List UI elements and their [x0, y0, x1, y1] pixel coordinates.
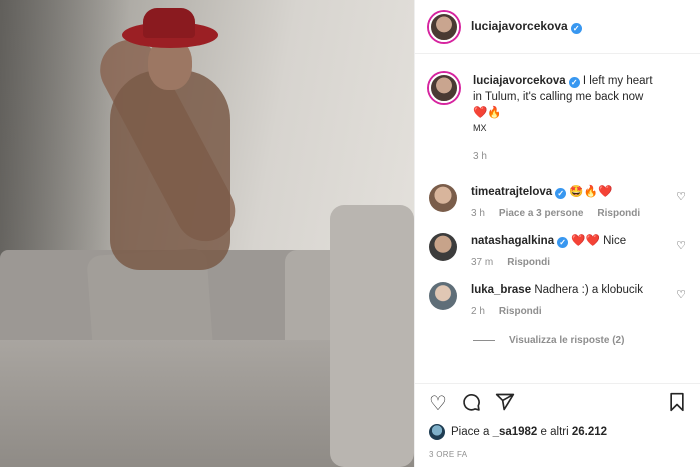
comments-list[interactable]: luciajavorcekova ✓ I left my heart in Tul… — [415, 55, 700, 383]
posted-time[interactable]: 3 ORE FA — [429, 450, 686, 459]
comment-time[interactable]: 3 h — [471, 208, 485, 219]
caption-location: MX — [473, 123, 487, 133]
comment-text: Nadhera :) a klobucik — [534, 284, 643, 296]
comment-bubble-icon[interactable] — [461, 392, 481, 416]
post-author-username[interactable]: luciajavorcekova ✓ — [471, 19, 582, 34]
comment-username[interactable]: luka_brase — [471, 284, 531, 296]
verified-badge-icon: ✓ — [568, 77, 580, 88]
comment-likes-link[interactable]: Piace a 3 persone — [499, 208, 584, 219]
reply-button[interactable]: Rispondi — [597, 208, 640, 219]
comment-username[interactable]: natashagalkina — [471, 235, 554, 247]
caption-time[interactable]: 3 h — [473, 151, 487, 162]
comment-text: ❤️❤️ Nice — [571, 235, 627, 247]
view-replies-label[interactable]: Visualizza le risposte (2) — [509, 335, 624, 346]
post-photo[interactable] — [0, 0, 414, 467]
likes-prefix: Piace a — [451, 426, 490, 438]
photo-hat-crown — [143, 8, 195, 38]
avatar[interactable] — [429, 233, 457, 261]
post-author-username-text[interactable]: luciajavorcekova — [471, 19, 568, 33]
verified-badge-icon: ✓ — [555, 188, 567, 199]
reply-button[interactable]: Rispondi — [507, 257, 550, 268]
caption-emoji: ❤️🔥 — [473, 107, 502, 119]
verified-badge-icon: ✓ — [557, 237, 569, 248]
comment-like-heart-icon[interactable]: ♡ — [676, 190, 686, 203]
replies-divider — [473, 340, 495, 341]
photo-cushion — [330, 205, 414, 467]
likes-count[interactable]: 26.212 — [572, 426, 607, 438]
photo-figure — [110, 70, 230, 270]
heart-outline-icon[interactable]: ♡ — [429, 394, 447, 414]
likes-user[interactable]: _sa1982 — [493, 426, 538, 438]
view-replies-button[interactable]: Visualizza le risposte (2) — [473, 335, 700, 346]
comment-time[interactable]: 2 h — [471, 306, 485, 317]
comment-item: luka_brase Nadhera :) a klobucik 2 h Ris… — [415, 282, 700, 317]
bookmark-icon[interactable] — [668, 392, 686, 416]
comment-like-heart-icon[interactable]: ♡ — [676, 239, 686, 252]
post-header: luciajavorcekova ✓ — [415, 0, 700, 54]
caption-text: luciajavorcekova ✓ I left my heart in Tul… — [473, 73, 660, 121]
action-bar: ♡ — [429, 390, 686, 418]
comment-item: natashagalkina ✓ ❤️❤️ Nice 37 m Rispondi … — [415, 233, 700, 268]
comment-like-heart-icon[interactable]: ♡ — [676, 288, 686, 301]
reply-button[interactable]: Rispondi — [499, 306, 542, 317]
verified-badge-icon: ✓ — [570, 23, 582, 34]
caption: luciajavorcekova ✓ I left my heart in Tul… — [415, 73, 700, 162]
avatar[interactable] — [429, 424, 445, 440]
comment-item: timeatrajtelova ✓ 🤩🔥❤️ 3 h Piace a 3 pers… — [415, 184, 700, 219]
post-footer: ♡ Piace a _sa1982 e altri 26.212 3 ORE F… — [415, 383, 700, 467]
avatar[interactable] — [429, 184, 457, 212]
likes-suffix: e altri — [540, 426, 569, 438]
likes-summary[interactable]: Piace a _sa1982 e altri 26.212 — [429, 424, 686, 440]
comment-time[interactable]: 37 m — [471, 257, 493, 268]
caption-username[interactable]: luciajavorcekova — [473, 75, 566, 87]
post-sidebar: luciajavorcekova ✓ luciajavorcekova ✓ I le… — [414, 0, 700, 467]
comment-text: 🤩🔥❤️ — [569, 186, 613, 198]
comment-username[interactable]: timeatrajtelova — [471, 186, 552, 198]
avatar[interactable] — [429, 11, 459, 42]
paper-plane-icon[interactable] — [495, 392, 515, 416]
avatar[interactable] — [429, 73, 459, 103]
avatar[interactable] — [429, 282, 457, 310]
